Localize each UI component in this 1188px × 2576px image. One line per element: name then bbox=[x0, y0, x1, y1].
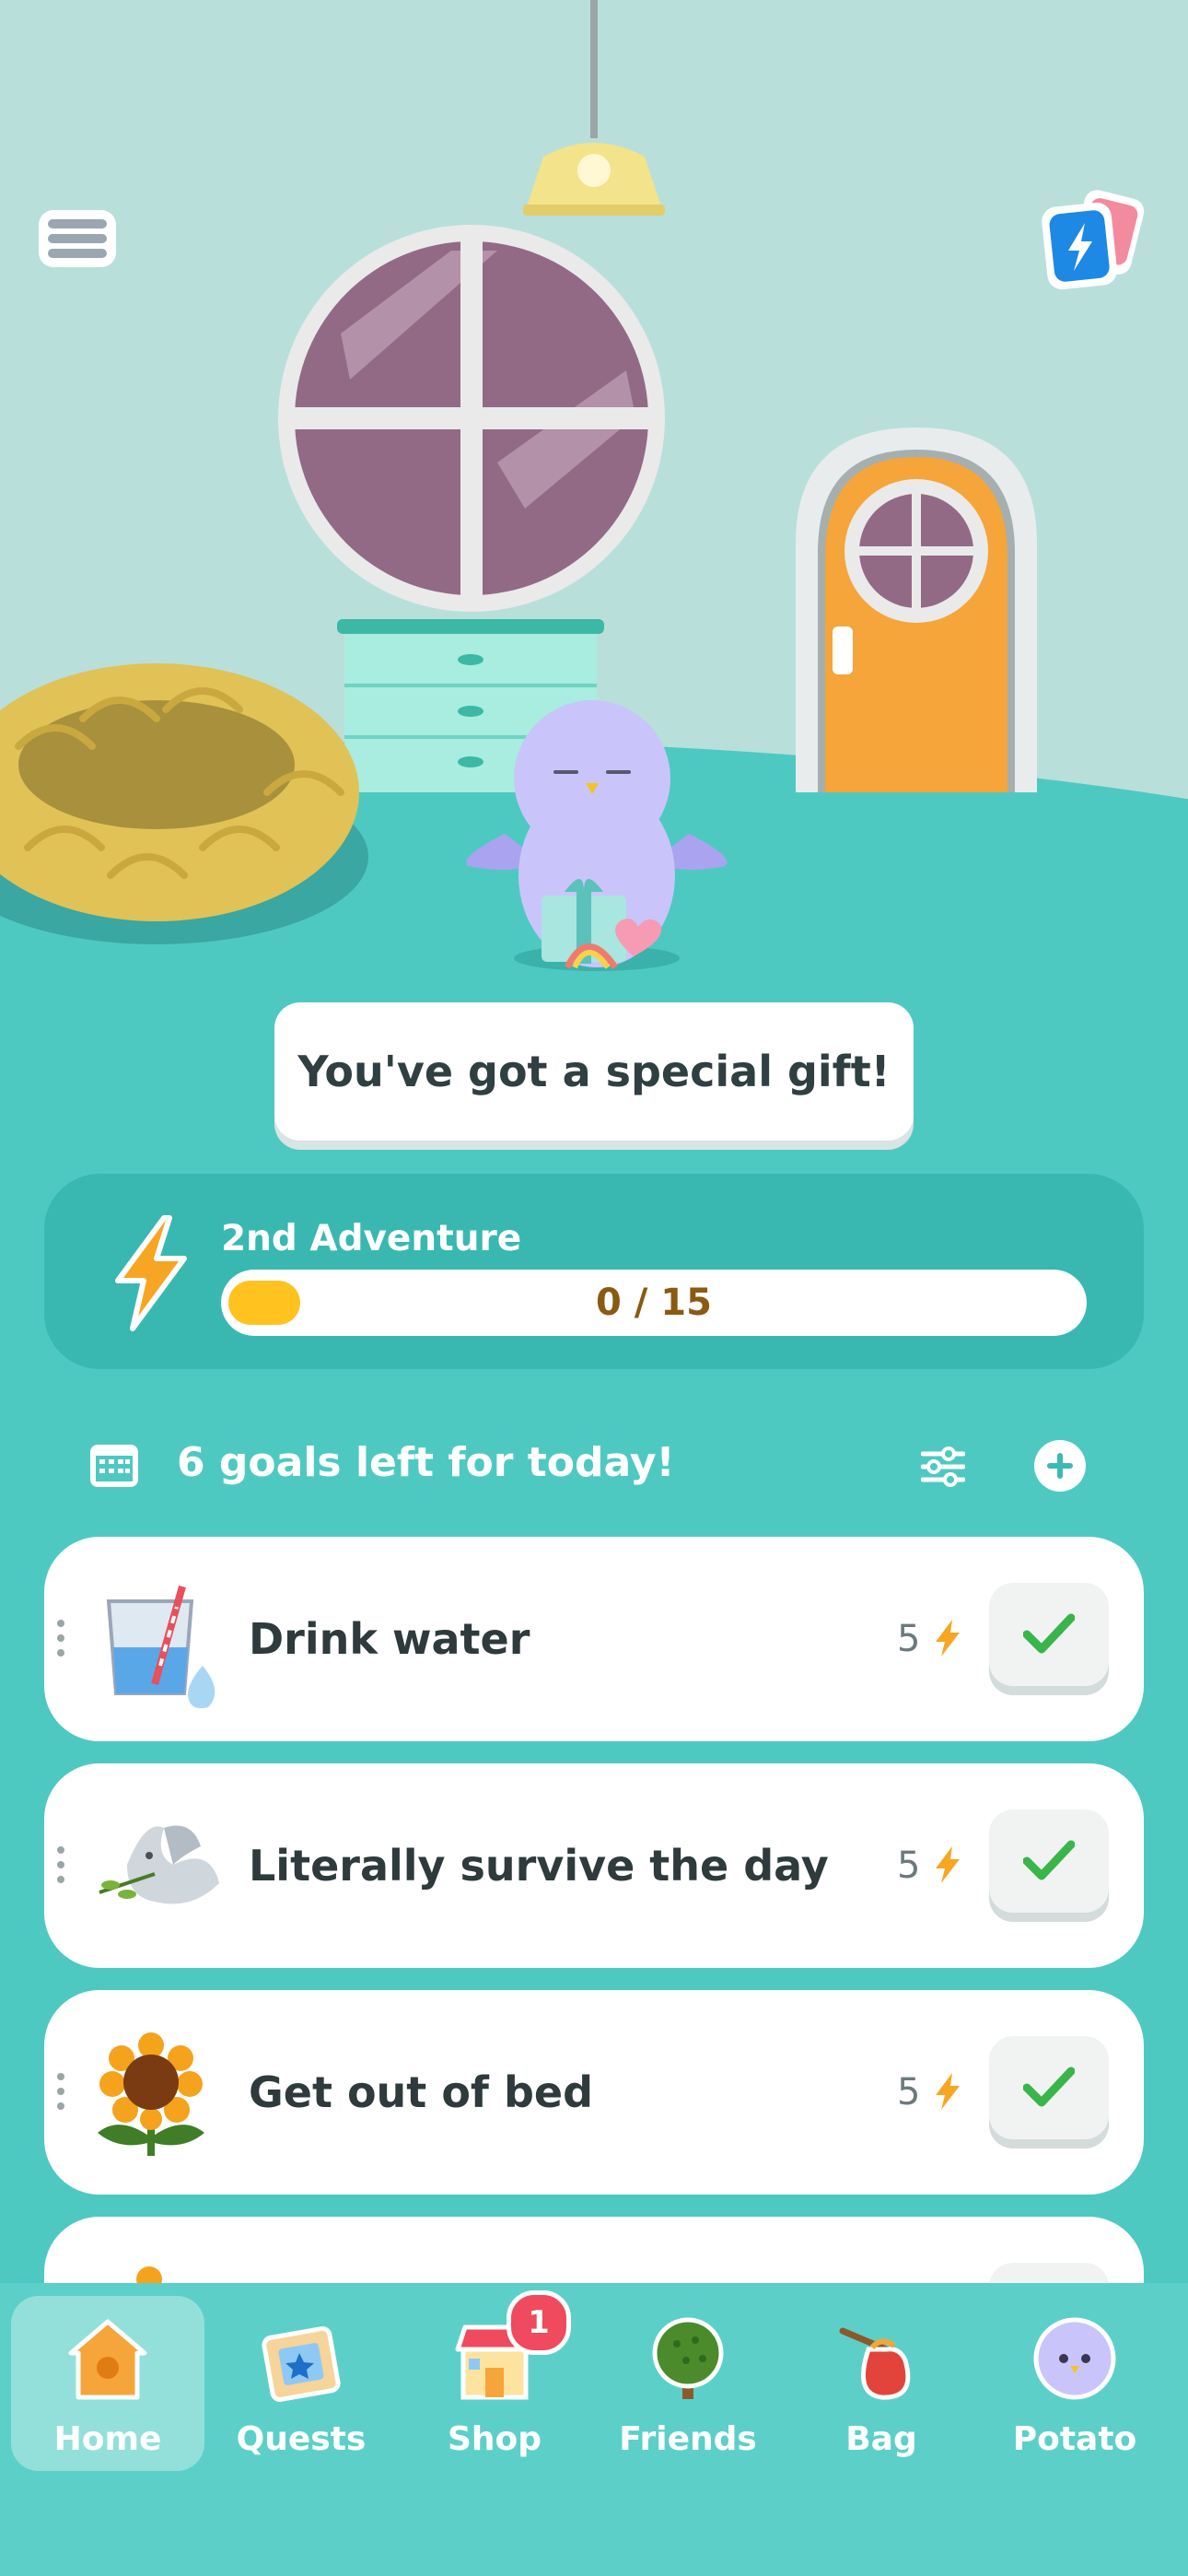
quest-board-icon bbox=[262, 2326, 341, 2402]
goal-card-survive-day[interactable]: Literally survive the day 5 bbox=[44, 1763, 1144, 1968]
goal-label: Get out of bed bbox=[249, 2067, 593, 2117]
checkmark-icon bbox=[1023, 1840, 1075, 1880]
round-window-icon bbox=[278, 225, 665, 612]
goal-card-drink-water[interactable]: Drink water 5 bbox=[44, 1537, 1144, 1741]
goals-left-title: 6 goals left for today! bbox=[177, 1439, 675, 1486]
tab-label: Potato bbox=[1012, 2420, 1137, 2458]
tab-potato[interactable]: Potato bbox=[978, 2296, 1171, 2471]
tab-label: Friends bbox=[619, 2420, 757, 2458]
adventure-progress-bar: 0 / 15 bbox=[221, 1270, 1087, 1336]
lightning-icon bbox=[936, 1846, 961, 1883]
gift-message: You've got a special gift! bbox=[297, 1047, 891, 1096]
tab-home[interactable]: Home bbox=[11, 2296, 204, 2471]
room-scene[interactable] bbox=[0, 0, 1188, 1013]
water-glass-icon bbox=[106, 1585, 215, 1709]
complete-goal-button[interactable] bbox=[989, 1809, 1109, 1913]
house-icon bbox=[68, 2319, 147, 2400]
tab-label: Bag bbox=[845, 2420, 917, 2458]
door-icon bbox=[796, 427, 1037, 792]
adventure-progress-card[interactable]: 2nd Adventure 0 / 15 bbox=[44, 1174, 1144, 1369]
menu-icon[interactable] bbox=[37, 208, 120, 273]
checkmark-icon bbox=[1023, 2067, 1075, 2107]
tab-label: Shop bbox=[447, 2420, 542, 2458]
checkmark-icon bbox=[1023, 1613, 1075, 1654]
sunflower-icon bbox=[98, 2032, 204, 2156]
energy-cards-icon[interactable] bbox=[1039, 190, 1146, 293]
bird-avatar-icon bbox=[1033, 2317, 1116, 2400]
goal-label: Drink water bbox=[249, 1614, 530, 1664]
goal-points-value: 5 bbox=[897, 1844, 921, 1887]
goals-header: 6 goals left for today! bbox=[88, 1435, 1101, 1494]
tab-label: Home bbox=[53, 2420, 162, 2458]
tab-label: Quests bbox=[236, 2420, 367, 2458]
drag-handle-icon[interactable] bbox=[57, 1846, 64, 1887]
goal-points-value: 5 bbox=[897, 2071, 921, 2113]
bird-pet-icon[interactable] bbox=[459, 691, 735, 977]
lightning-icon bbox=[936, 2073, 961, 2110]
special-gift-banner[interactable]: You've got a special gift! bbox=[274, 1002, 914, 1141]
goal-points: 5 bbox=[897, 1763, 963, 1968]
tree-icon bbox=[652, 2317, 724, 2399]
shop-notification-badge: 1 bbox=[507, 2290, 571, 2355]
goal-label: Literally survive the day bbox=[249, 1841, 829, 1891]
add-goal-icon[interactable] bbox=[1033, 1439, 1087, 1493]
calendar-icon bbox=[90, 1445, 138, 1487]
drag-handle-icon[interactable] bbox=[57, 1620, 64, 1660]
filter-sliders-icon[interactable] bbox=[921, 1446, 965, 1487]
tab-friends[interactable]: Friends bbox=[591, 2296, 785, 2471]
goal-points-value: 5 bbox=[897, 1618, 921, 1660]
dove-icon bbox=[99, 1825, 219, 1904]
goal-points: 5 bbox=[897, 1537, 963, 1741]
bottom-nav: Home Quests Shop Friends Bag Potato bbox=[0, 2283, 1188, 2576]
lightning-icon bbox=[115, 1215, 187, 1331]
complete-goal-button[interactable] bbox=[989, 2036, 1109, 2139]
goal-card-out-of-bed[interactable]: Get out of bed 5 bbox=[44, 1990, 1144, 2195]
tab-bag[interactable]: Bag bbox=[785, 2296, 978, 2471]
progress-text: 0 / 15 bbox=[596, 1282, 712, 1324]
nest-icon bbox=[0, 663, 368, 944]
adventure-title: 2nd Adventure bbox=[221, 1218, 522, 1259]
goal-points: 5 bbox=[897, 1990, 963, 2195]
bag-icon bbox=[839, 2327, 911, 2400]
complete-goal-button[interactable] bbox=[989, 1583, 1109, 1686]
lightning-icon bbox=[936, 1620, 961, 1657]
drag-handle-icon[interactable] bbox=[57, 2073, 64, 2113]
tab-quests[interactable]: Quests bbox=[204, 2296, 398, 2471]
ceiling-lamp-icon bbox=[523, 0, 665, 216]
